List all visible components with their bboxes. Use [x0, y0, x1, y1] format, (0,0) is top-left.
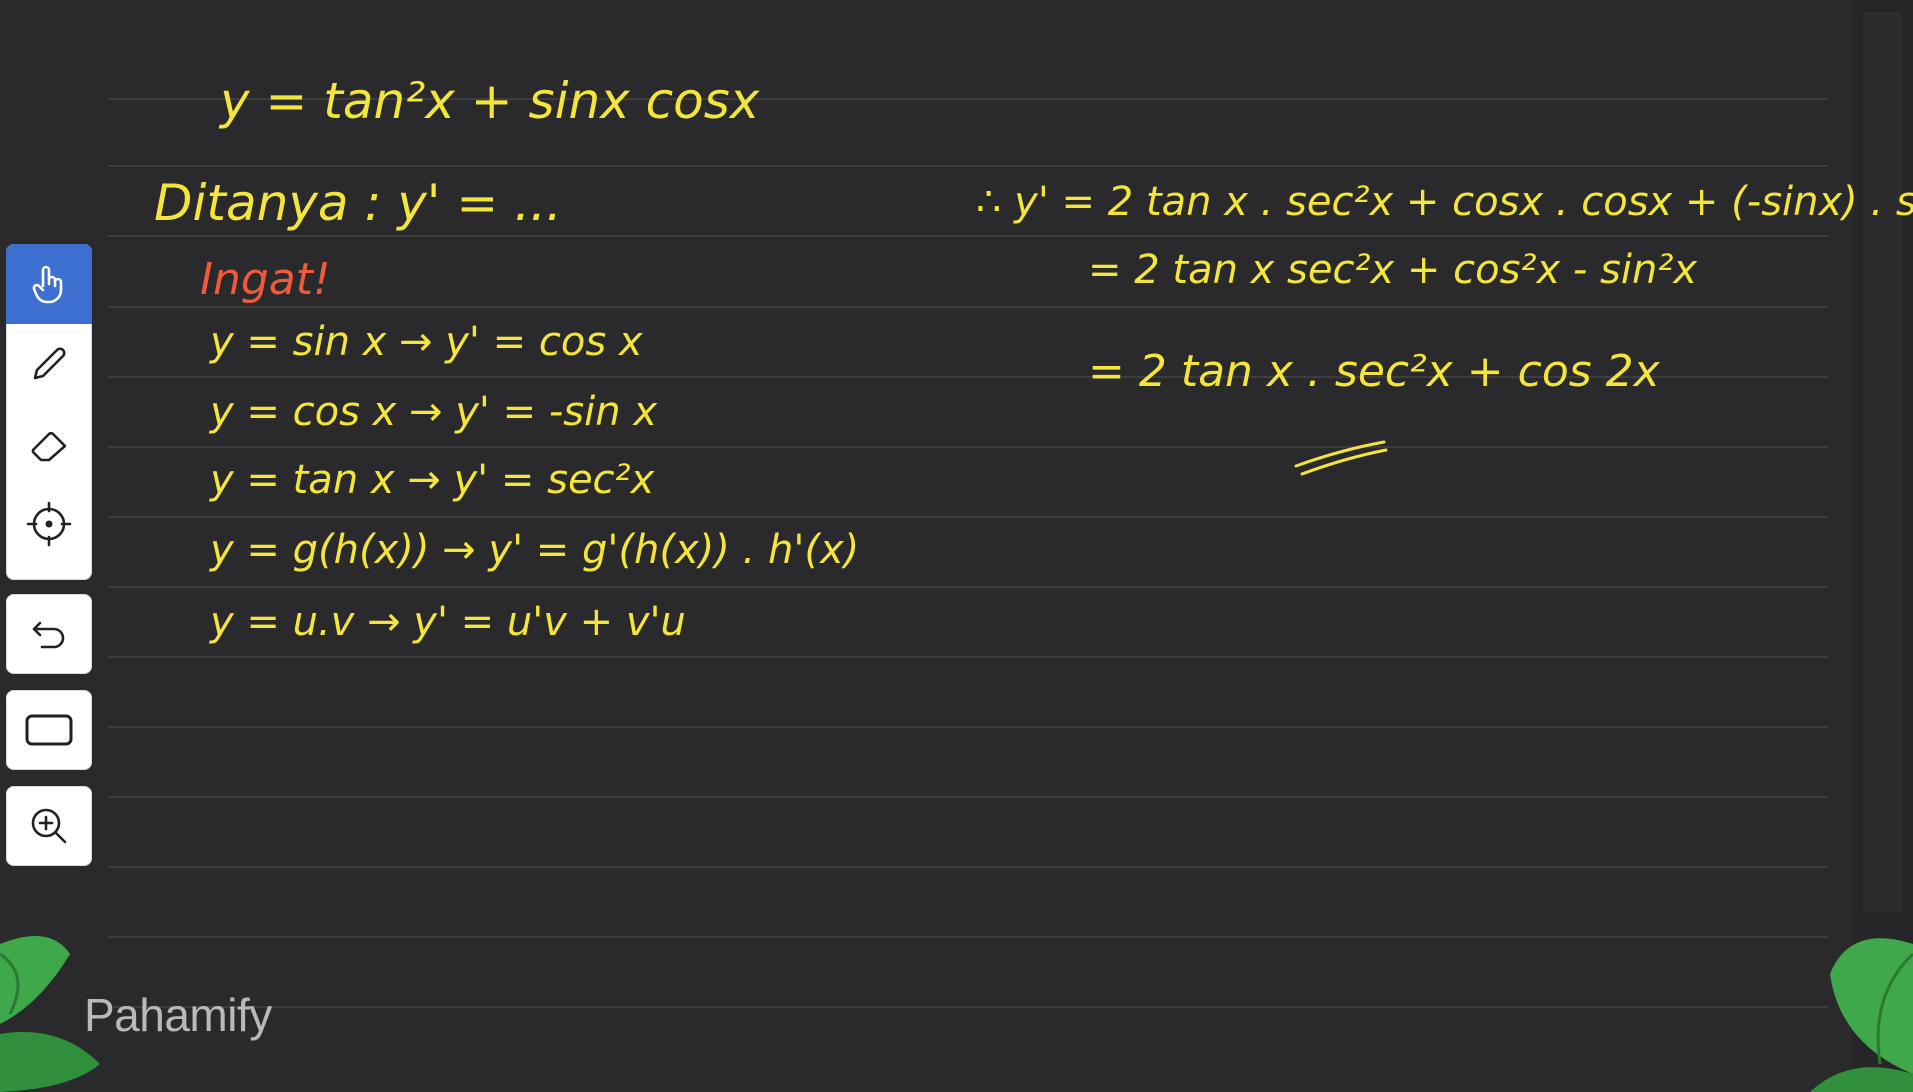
ruled-line — [108, 586, 1828, 588]
ruled-line — [108, 306, 1828, 308]
ruled-line — [108, 446, 1828, 448]
pen-icon — [33, 347, 66, 380]
zoom-in-icon — [31, 808, 67, 844]
undo-icon — [32, 621, 65, 649]
pen-tool-button[interactable] — [6, 324, 92, 404]
rule-line: y = g(h(x)) → y' = g'(h(x)) . h'(x) — [210, 527, 860, 573]
undo-toolbar — [6, 594, 92, 674]
ruled-line — [108, 796, 1828, 798]
ruled-line — [108, 235, 1828, 237]
problem-statement: y = tan²x + sinx cosx — [220, 72, 760, 130]
solution-line: = 2 tan x . sec²x + cos 2x — [1088, 346, 1660, 397]
shape-tool-button[interactable] — [6, 690, 92, 770]
ruled-line — [108, 656, 1828, 658]
eraser-tool-button[interactable] — [6, 404, 92, 484]
brand-logo: Pahamify — [84, 989, 272, 1041]
rule-line: y = tan x → y' = sec²x — [210, 457, 655, 503]
solution-line: = 2 tan x sec²x + cos²x - sin²x — [1088, 247, 1698, 293]
laser-tool-button[interactable] — [6, 484, 92, 564]
final-answer-underline-icon — [1294, 440, 1388, 476]
ruled-line — [108, 936, 1828, 938]
solution-line: ∴ y' = 2 tan x . sec²x + cosx . cosx + (… — [976, 179, 1913, 225]
hand-tool-button[interactable] — [6, 244, 92, 324]
rectangle-icon — [25, 714, 73, 746]
remember-label: Ingat! — [200, 254, 331, 305]
eraser-icon — [31, 431, 67, 462]
rule-line: y = sin x → y' = cos x — [210, 319, 643, 365]
rule-line: y = u.v → y' = u'v + v'u — [210, 599, 686, 645]
whiteboard-canvas[interactable]: y = tan²x + sinx cosx Ditanya : y' = ...… — [0, 0, 1913, 1092]
ruled-line — [108, 1006, 1828, 1008]
zoom-in-button[interactable] — [6, 786, 92, 866]
shape-toolbar — [6, 690, 92, 770]
undo-button[interactable] — [6, 594, 92, 674]
leaf-decoration-icon — [1810, 938, 1913, 1092]
ruled-line — [108, 866, 1828, 868]
drawing-toolbar — [6, 244, 92, 580]
ruled-line — [108, 165, 1828, 167]
rule-line: y = cos x → y' = -sin x — [210, 389, 657, 435]
ruled-line — [108, 516, 1828, 518]
crosshair-icon — [26, 501, 72, 547]
hand-pointer-icon — [32, 265, 63, 304]
zoom-toolbar — [6, 786, 92, 866]
ruled-line — [108, 726, 1828, 728]
question-asked: Ditanya : y' = ... — [154, 174, 562, 232]
scroll-track — [1863, 12, 1901, 912]
